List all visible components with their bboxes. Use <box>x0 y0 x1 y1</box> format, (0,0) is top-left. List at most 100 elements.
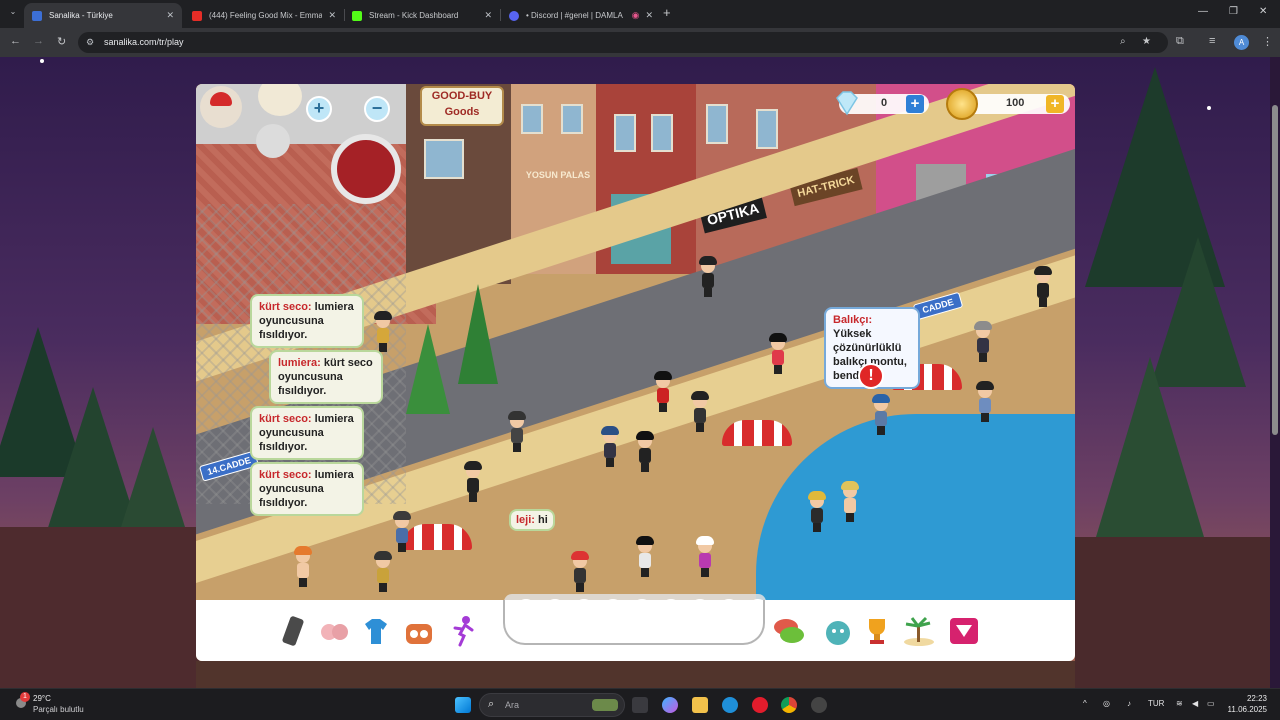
avatar-character[interactable] <box>872 394 890 435</box>
player-avatar[interactable] <box>200 86 242 128</box>
phone-icon[interactable] <box>276 614 310 648</box>
copilot-icon[interactable] <box>662 697 678 713</box>
trophy-icon[interactable] <box>860 614 894 648</box>
wifi-icon[interactable]: ≋ <box>1176 699 1183 708</box>
extensions-icon[interactable]: ⧉ <box>1176 35 1184 48</box>
avatar-character[interactable] <box>464 461 482 502</box>
profile-avatar[interactable]: A <box>1234 35 1249 50</box>
volume-icon[interactable]: ◀ <box>1192 699 1198 708</box>
discord-favicon-icon <box>509 10 519 21</box>
dance-icon[interactable] <box>446 614 480 648</box>
menu-icon[interactable]: ⋮ <box>1262 35 1273 48</box>
windows-start-icon[interactable] <box>455 697 471 713</box>
game-frame[interactable]: GOOD-BUY Goods YOSUN PALAS OPTIKA HAT-TR… <box>196 84 1075 661</box>
clock-time[interactable]: 22:23 <box>1221 694 1267 703</box>
chat-sender: kürt seco: <box>259 301 312 313</box>
tab-sanalika[interactable]: Sanalika - Türkiye ✕ <box>24 3 182 28</box>
show-hidden-icons-icon[interactable]: ^ <box>1083 699 1087 708</box>
add-diamonds-button[interactable]: + <box>906 95 924 113</box>
avatar-character[interactable] <box>654 371 672 412</box>
avatar-character[interactable] <box>571 551 589 592</box>
chrome-icon[interactable] <box>781 697 797 713</box>
restore-icon[interactable]: ❐ <box>1229 6 1238 17</box>
minimize-icon[interactable]: — <box>1198 6 1208 17</box>
microphone-icon[interactable]: ♪ <box>1127 699 1131 708</box>
shop-door-icon[interactable] <box>331 134 401 204</box>
chat-bubbles-icon[interactable] <box>772 614 806 648</box>
bookmark-star-icon[interactable]: ★ <box>1142 36 1151 47</box>
avatar-character[interactable] <box>696 536 714 577</box>
task-view-icon[interactable] <box>632 697 648 713</box>
tab-title: (444) Feeling Good Mix - Emma <box>209 11 323 20</box>
friends-icon[interactable] <box>317 614 351 648</box>
tab-youtube[interactable]: (444) Feeling Good Mix - Emma ✕ <box>184 3 344 28</box>
back-icon[interactable]: ← <box>10 35 21 47</box>
close-window-icon[interactable]: ✕ <box>1259 6 1267 17</box>
avatar-character[interactable] <box>1034 266 1052 307</box>
avatar-character[interactable] <box>374 311 392 352</box>
page-scrollbar[interactable] <box>1270 57 1280 688</box>
avatar-character[interactable] <box>974 321 992 362</box>
tab-discord[interactable]: • Discord | #genel | DAMLA ◉ ✕ <box>501 3 661 28</box>
forward-icon[interactable]: → <box>33 35 44 47</box>
avatar-character[interactable] <box>374 551 392 592</box>
diamond-count: 0 <box>881 97 888 109</box>
close-tab-icon[interactable]: ✕ <box>645 10 653 21</box>
avatar-character[interactable] <box>808 491 826 532</box>
opera-icon[interactable] <box>752 697 768 713</box>
scrollbar-thumb[interactable] <box>1272 105 1278 435</box>
zoom-in-icon[interactable]: + <box>306 96 332 122</box>
building-window <box>706 104 728 144</box>
avatar-character[interactable] <box>636 431 654 472</box>
alert-icon[interactable]: ! <box>858 363 884 389</box>
new-tab-icon[interactable]: + <box>663 5 671 20</box>
avatar-character[interactable] <box>601 426 619 467</box>
chat-bubble: leji: hi <box>509 509 555 531</box>
close-tab-icon[interactable]: ✕ <box>328 10 336 21</box>
pet-icon[interactable] <box>821 614 855 648</box>
bowling-icon[interactable] <box>256 124 290 158</box>
kick-favicon-icon <box>352 10 362 21</box>
file-explorer-icon[interactable] <box>692 697 708 713</box>
avatar-character[interactable] <box>393 511 411 552</box>
avatar-character[interactable] <box>294 546 312 587</box>
inventory-bag-icon[interactable] <box>402 614 436 648</box>
beach-umbrella <box>402 524 472 550</box>
tab-search-icon[interactable]: ⌄ <box>6 7 20 21</box>
taskbar-search[interactable]: ⌕ Ara <box>479 693 625 717</box>
address-bar[interactable]: ⚙ sanalika.com/tr/play ⌕ ★ <box>78 32 1168 53</box>
menu-dropdown-icon[interactable] <box>947 614 981 648</box>
add-coins-button[interactable]: + <box>1046 95 1064 113</box>
island-icon[interactable] <box>902 614 936 648</box>
coin-count: 100 <box>1006 97 1025 109</box>
site-info-icon[interactable]: ⚙ <box>86 37 94 48</box>
avatar-character[interactable] <box>841 481 859 522</box>
avatar-character[interactable] <box>769 333 787 374</box>
weather-badge: 1 <box>20 692 30 702</box>
language-indicator[interactable]: TUR <box>1148 699 1164 708</box>
clothes-icon[interactable] <box>359 614 393 648</box>
avatar-character[interactable] <box>508 411 526 452</box>
app-icon[interactable] <box>811 697 827 713</box>
search-highlight-icon <box>592 699 618 711</box>
network-icon[interactable]: ◎ <box>1103 699 1110 708</box>
ground <box>1075 537 1270 688</box>
zoom-icon[interactable]: ⌕ <box>1120 36 1126 47</box>
reload-icon[interactable]: ↻ <box>57 35 66 48</box>
sanalika-favicon-icon <box>32 10 42 21</box>
avatar-character[interactable] <box>699 256 717 297</box>
game-scene[interactable]: GOOD-BUY Goods YOSUN PALAS OPTIKA HAT-TR… <box>196 84 1075 600</box>
edge-icon[interactable] <box>722 697 738 713</box>
avatar-character[interactable] <box>636 536 654 577</box>
clock-date[interactable]: 11.06.2025 <box>1213 705 1267 714</box>
media-control-icon[interactable]: ≡ <box>1209 35 1215 47</box>
avatar-character[interactable] <box>976 381 994 422</box>
avatar-character[interactable] <box>691 391 709 432</box>
tab-kick[interactable]: Stream - Kick Dashboard ✕ <box>344 3 500 28</box>
browser-tab-strip: ⌄ Sanalika - Türkiye ✕ (444) Feeling Goo… <box>0 0 1280 28</box>
close-tab-icon[interactable]: ✕ <box>166 10 174 21</box>
zoom-out-icon[interactable]: − <box>364 96 390 122</box>
building-window <box>561 104 583 134</box>
chat-input[interactable] <box>503 600 765 645</box>
close-tab-icon[interactable]: ✕ <box>484 10 492 21</box>
